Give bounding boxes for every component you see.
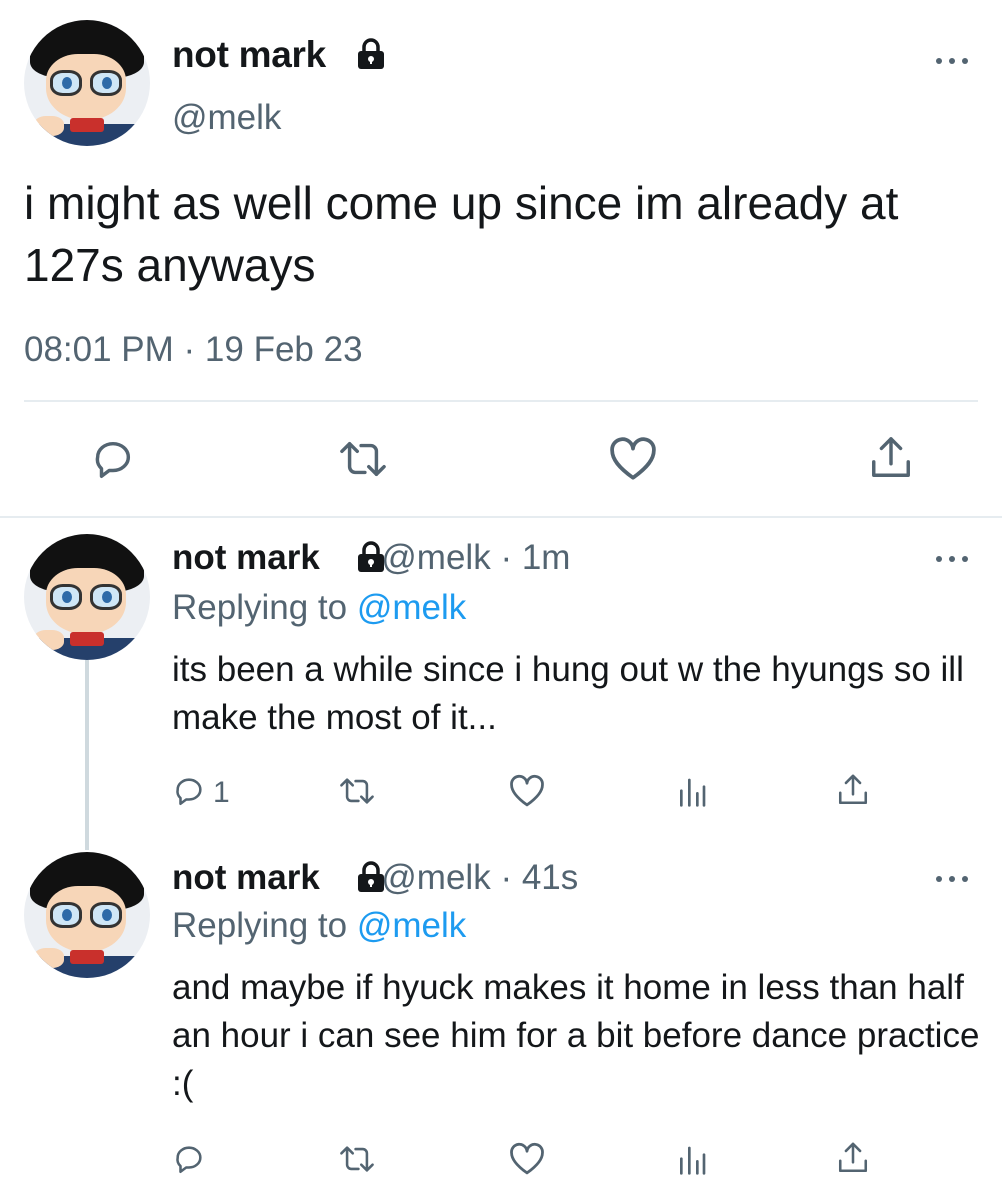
retweet-button[interactable] bbox=[338, 1142, 376, 1176]
divider bbox=[24, 400, 978, 402]
retweet-icon bbox=[340, 441, 386, 477]
analytics-button[interactable] bbox=[676, 1144, 708, 1176]
reply-time[interactable]: · 41s bbox=[500, 858, 578, 897]
display-name[interactable]: not mark bbox=[172, 34, 326, 76]
thread-line bbox=[85, 660, 89, 850]
retweet-icon bbox=[340, 778, 374, 804]
like-icon bbox=[510, 774, 544, 807]
more-icon[interactable] bbox=[936, 552, 972, 564]
retweet-button[interactable] bbox=[338, 774, 376, 808]
analytics-icon bbox=[680, 1146, 706, 1175]
reply-button[interactable] bbox=[172, 774, 206, 808]
tweet-text: i might as well come up since im already… bbox=[24, 177, 899, 291]
divider bbox=[0, 516, 1002, 518]
share-button[interactable] bbox=[836, 1140, 870, 1176]
reply-icon bbox=[95, 441, 131, 478]
tweet-thread: not mark @melk i might as well come up s… bbox=[0, 0, 1002, 1200]
reply-text: and maybe if hyuck makes it home in less… bbox=[172, 968, 980, 1103]
reply-text: its been a while since i hung out w the … bbox=[172, 650, 964, 737]
reply-count: 1 bbox=[213, 776, 230, 809]
more-icon[interactable] bbox=[936, 872, 972, 884]
display-name[interactable]: not mark bbox=[172, 538, 320, 577]
lock-icon bbox=[358, 861, 384, 892]
lock-icon bbox=[358, 541, 384, 572]
like-icon bbox=[510, 1142, 544, 1175]
avatar[interactable] bbox=[24, 20, 150, 146]
lock-icon bbox=[358, 38, 384, 69]
avatar[interactable] bbox=[24, 852, 150, 978]
share-icon bbox=[838, 1142, 868, 1173]
replying-label: Replying to bbox=[172, 588, 348, 627]
analytics-icon bbox=[680, 778, 706, 807]
share-button[interactable] bbox=[836, 772, 870, 808]
share-icon bbox=[838, 774, 868, 805]
like-button[interactable] bbox=[508, 774, 546, 808]
share-icon bbox=[872, 437, 910, 477]
replying-label: Replying to bbox=[172, 906, 348, 945]
avatar[interactable] bbox=[24, 534, 150, 660]
mention-link[interactable]: @melk bbox=[357, 588, 466, 627]
reply-icon bbox=[176, 778, 202, 806]
reply-icon bbox=[176, 1146, 202, 1174]
like-icon bbox=[610, 437, 656, 480]
more-icon[interactable] bbox=[936, 54, 972, 66]
mention-link[interactable]: @melk bbox=[357, 906, 466, 945]
display-name[interactable]: not mark bbox=[172, 858, 320, 897]
tweet-timestamp[interactable]: 08:01 PM · 19 Feb 23 bbox=[24, 330, 363, 370]
reply-button[interactable] bbox=[172, 1142, 206, 1176]
reply-button[interactable] bbox=[90, 436, 136, 482]
reply-time[interactable]: · 1m bbox=[500, 538, 570, 577]
like-button[interactable] bbox=[508, 1142, 546, 1176]
replying-to: Replying to @melk bbox=[172, 906, 466, 946]
share-button[interactable] bbox=[868, 434, 914, 482]
handle[interactable]: @melk bbox=[381, 538, 490, 577]
handle[interactable]: @melk bbox=[381, 858, 490, 897]
analytics-button[interactable] bbox=[676, 776, 708, 808]
like-button[interactable] bbox=[608, 436, 658, 482]
handle[interactable]: @melk bbox=[172, 98, 281, 138]
retweet-icon bbox=[340, 1146, 374, 1172]
replying-to: Replying to @melk bbox=[172, 588, 466, 628]
retweet-button[interactable] bbox=[338, 436, 388, 482]
